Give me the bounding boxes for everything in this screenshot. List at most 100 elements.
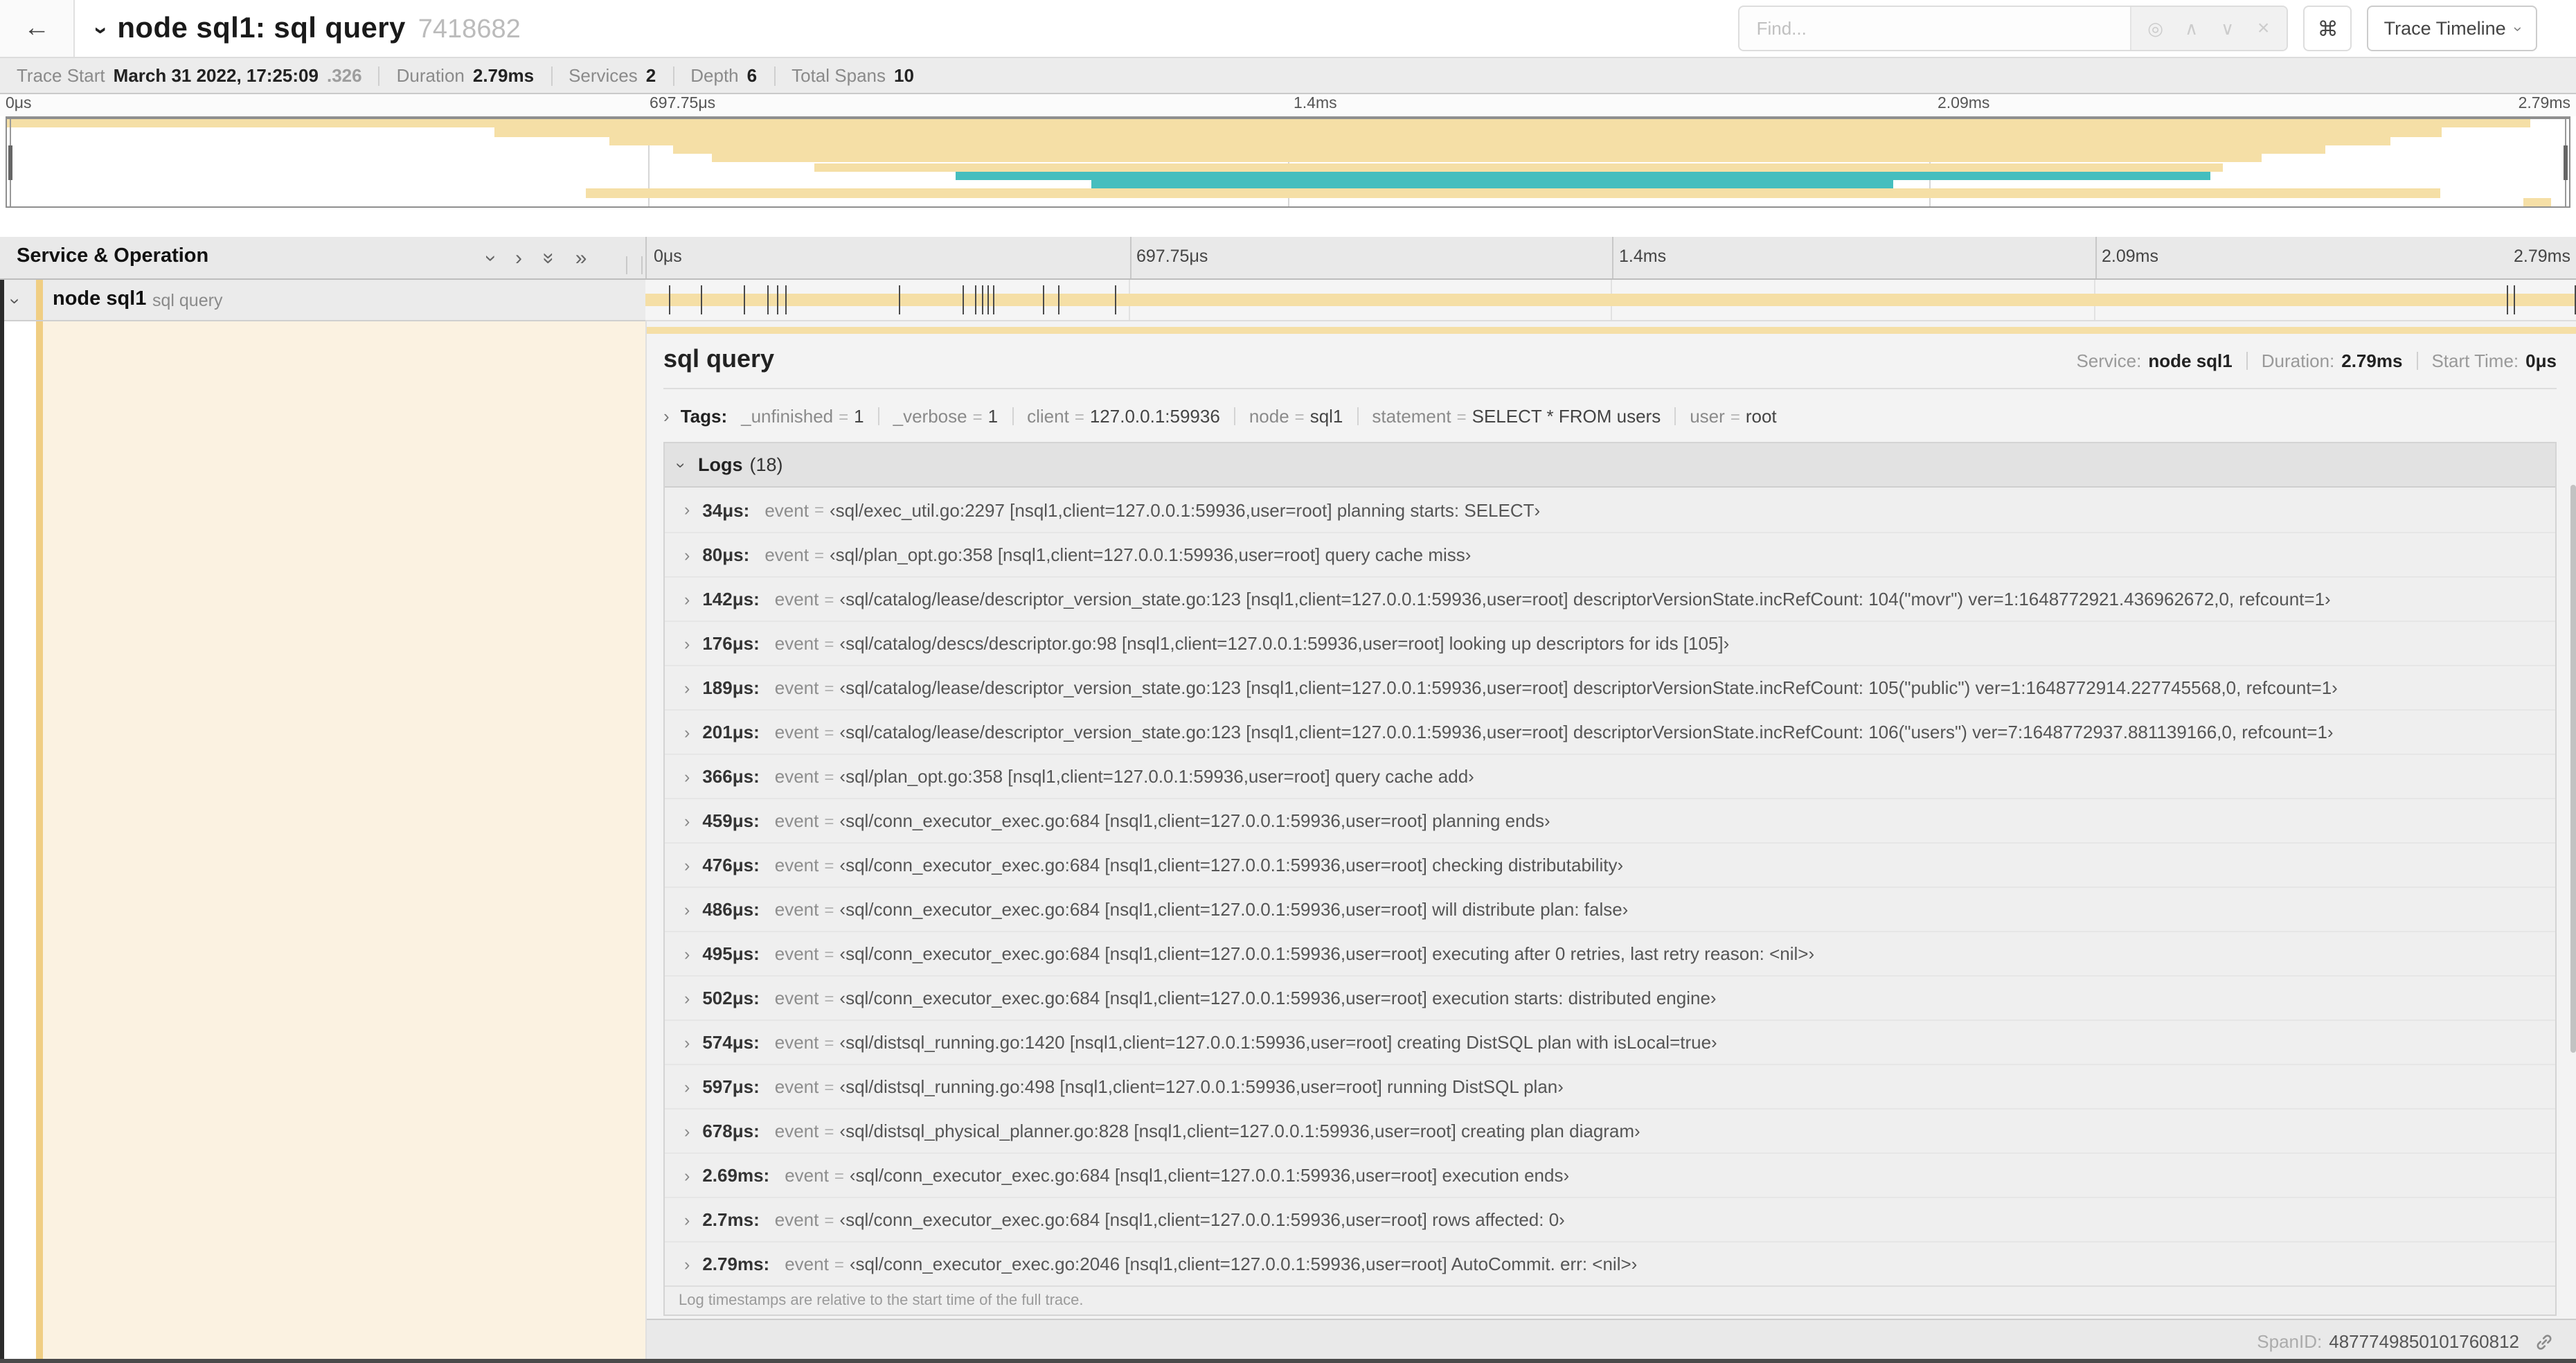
log-marker — [963, 285, 965, 314]
log-entry-row[interactable]: › 176μs: event = ‹sql/catalog/descs/descript… — [665, 621, 2555, 665]
link-icon[interactable] — [2534, 1332, 2554, 1351]
divider — [378, 66, 380, 85]
minimap-right-scrubber[interactable] — [2564, 119, 2568, 206]
chevron-right-icon: › — [684, 767, 690, 786]
divider — [551, 66, 553, 85]
span-overview: Service: node sql1 Duration: 2.79ms Start Ti… — [2076, 350, 2557, 371]
log-entry-row[interactable]: › 597μs: event = ‹sql/distsql_running.go:498… — [665, 1064, 2555, 1108]
log-timestamp: 2.79ms: — [702, 1254, 770, 1274]
minimap-span — [2523, 197, 2552, 206]
minimap-span — [711, 154, 2262, 163]
tag-value: 127.0.0.1:59936 — [1089, 406, 1220, 427]
find-next-icon[interactable]: ∨ — [2212, 13, 2243, 44]
span-row-name-cell[interactable]: › node sql1 sql query — [0, 280, 645, 321]
log-entry-row[interactable]: › 678μs: event = ‹sql/distsql_physical_plann… — [665, 1108, 2555, 1152]
expand-one-icon[interactable]: › — [515, 247, 522, 268]
divider — [877, 407, 879, 425]
log-marker — [2506, 285, 2508, 314]
log-timestamp: 459μs: — [702, 810, 760, 831]
log-value: ‹sql/conn_executor_exec.go:684 [nsql1,cl… — [839, 810, 1550, 831]
tags-accordion[interactable]: › Tags: _unfinished = 1 _verbose = 1 client = 12… — [663, 406, 2557, 427]
span-row-timeline-cell[interactable] — [645, 280, 2576, 321]
collapse-one-icon[interactable]: › — [479, 254, 503, 261]
span-mini-bar — [647, 327, 2576, 334]
log-equals: = — [834, 1254, 844, 1274]
chevron-right-icon: › — [684, 900, 690, 919]
collapse-trace-icon[interactable]: › — [87, 26, 115, 33]
keyboard-shortcuts-button[interactable]: ⌘ — [2303, 6, 2352, 51]
logs-accordion: › Logs (18) › 34μs: event = ‹sql/exec_util.g… — [663, 442, 2557, 1316]
minimap-span — [7, 119, 2531, 128]
tag-key: _unfinished — [741, 406, 834, 427]
log-entry-row[interactable]: › 574μs: event = ‹sql/distsql_running.go:142… — [665, 1019, 2555, 1064]
chevron-right-icon: › — [684, 678, 690, 697]
log-field-name: event — [774, 633, 819, 654]
timeline-ticks-header: 0μs 697.75μs 1.4ms 2.09ms 2.79ms — [645, 237, 2576, 278]
overview-value: node sql1 — [2148, 350, 2233, 371]
log-entry-row[interactable]: › 201μs: event = ‹sql/catalog/lease/descript… — [665, 709, 2555, 754]
log-value: ‹sql/catalog/lease/descriptor_version_st… — [839, 677, 2338, 698]
log-entry-row[interactable]: › 34μs: event = ‹sql/exec_util.go:2297 [nsql… — [665, 488, 2555, 532]
log-entry-row[interactable]: › 486μs: event = ‹sql/conn_executor_exec.go:… — [665, 887, 2555, 931]
chevron-right-icon: › — [684, 1121, 690, 1141]
tag-value: 1 — [987, 406, 999, 427]
locate-icon[interactable]: ◎ — [2140, 13, 2171, 44]
timeline-tick-label: 2.09ms — [1938, 96, 1990, 112]
log-timestamp: 34μs: — [702, 499, 750, 520]
logs-list: › 34μs: event = ‹sql/exec_util.go:2297 [nsql… — [665, 488, 2555, 1285]
tag-equals: = — [1294, 407, 1305, 427]
minimap-left-scrubber[interactable] — [8, 119, 12, 206]
log-value: ‹sql/plan_opt.go:358 [nsql1,client=127.0… — [839, 766, 1474, 787]
log-marker — [992, 285, 994, 314]
log-equals: = — [824, 1121, 834, 1141]
chevron-down-icon: › — [2510, 26, 2527, 31]
detail-span-title: sql query — [663, 345, 775, 373]
log-field-name: event — [774, 810, 819, 831]
back-button[interactable]: ← — [0, 0, 75, 57]
log-entry-row[interactable]: › 80μs: event = ‹sql/plan_opt.go:358 [nsql1,… — [665, 532, 2555, 576]
log-entry-row[interactable]: › 2.7ms: event = ‹sql/conn_executor_exec.go:… — [665, 1197, 2555, 1241]
log-entry-row[interactable]: › 459μs: event = ‹sql/conn_executor_exec.go:… — [665, 798, 2555, 842]
log-entry-row[interactable]: › 2.69ms: event = ‹sql/conn_executor_exec.go… — [665, 1152, 2555, 1197]
row-collapse-icon[interactable]: › — [5, 299, 26, 305]
log-field-name: event — [774, 1121, 819, 1141]
collapse-all-icon[interactable]: » — [537, 252, 560, 264]
log-field-name: event — [764, 544, 809, 565]
minimap-span — [494, 127, 2441, 137]
vertical-scrollbar-thumb[interactable] — [2570, 485, 2575, 1053]
chevron-right-icon: › — [684, 1033, 690, 1052]
log-entry-row[interactable]: › 2.79ms: event = ‹sql/conn_executor_exec.go… — [665, 1241, 2555, 1285]
find-prev-icon[interactable]: ∧ — [2176, 13, 2207, 44]
find-clear-icon[interactable]: × — [2248, 13, 2279, 44]
log-marker — [743, 285, 745, 314]
log-field-name: event — [774, 677, 819, 698]
find-input[interactable] — [1739, 7, 2131, 50]
timeline-tick-label: 1.4ms — [1294, 96, 1337, 112]
trace-title-group: › node sql1: sql query 7418682 — [89, 12, 1739, 45]
view-selector-button[interactable]: Trace Timeline › — [2367, 6, 2537, 51]
log-entry-row[interactable]: › 502μs: event = ‹sql/conn_executor_exec.go:… — [665, 975, 2555, 1019]
tag-value: sql1 — [1309, 406, 1343, 427]
tag-key: user — [1690, 406, 1725, 427]
log-markers — [645, 280, 2576, 320]
log-entry-row[interactable]: › 189μs: event = ‹sql/catalog/lease/descript… — [665, 665, 2555, 709]
log-entry-row[interactable]: › 476μs: event = ‹sql/conn_executor_exec.go:… — [665, 842, 2555, 887]
minimap-span — [673, 145, 2326, 154]
minimap-canvas[interactable] — [6, 116, 2570, 208]
expand-all-icon[interactable]: » — [575, 247, 587, 268]
column-resize-grip[interactable] — [626, 256, 643, 274]
log-timestamp: 142μs: — [702, 589, 760, 609]
tag-equals: = — [1074, 407, 1084, 427]
overview-value: 0μs — [2525, 350, 2557, 371]
divider — [672, 66, 674, 85]
tag-value: 1 — [854, 406, 864, 427]
log-value: ‹sql/exec_util.go:2297 [nsql1,client=127… — [829, 499, 1541, 520]
log-entry-row[interactable]: › 495μs: event = ‹sql/conn_executor_exec.go:… — [665, 931, 2555, 975]
logs-header[interactable]: › Logs (18) — [665, 443, 2555, 488]
trace-stat: Trace Start March 31 2022, 17:25:09 .326 — [17, 65, 362, 86]
log-entry-row[interactable]: › 142μs: event = ‹sql/catalog/lease/descript… — [665, 576, 2555, 621]
window-bottom-edge — [0, 1359, 2576, 1363]
log-field-name: event — [764, 499, 809, 520]
log-entry-row[interactable]: › 366μs: event = ‹sql/plan_opt.go:358 [nsql1… — [665, 754, 2555, 798]
chevron-right-icon: › — [684, 811, 690, 830]
